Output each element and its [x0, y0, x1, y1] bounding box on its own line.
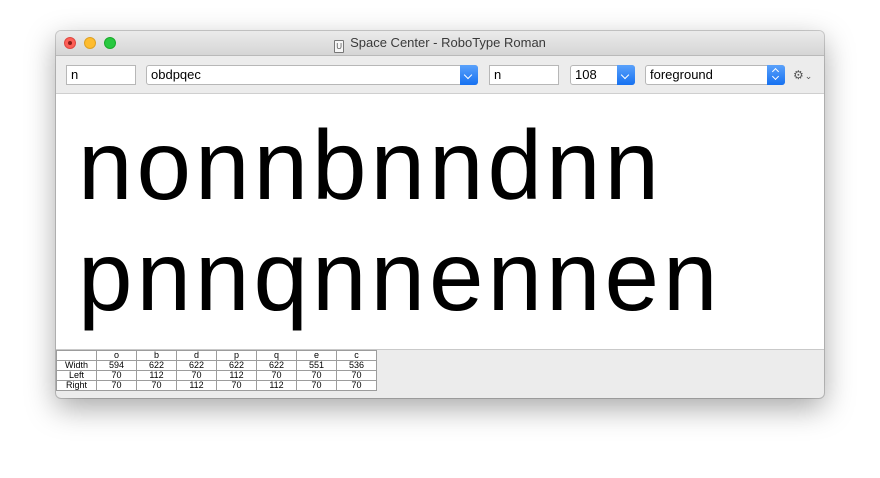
point-size-combo-box[interactable]: 108	[570, 65, 635, 85]
settings-menu-button[interactable]: ⚙⌄	[793, 68, 812, 82]
left-margin-cell[interactable]: 112	[216, 370, 257, 381]
layer-popup[interactable]: foreground	[645, 65, 785, 85]
title-bar[interactable]: U Space Center - RoboType Roman	[56, 31, 824, 56]
window-title-text: Space Center - RoboType Roman	[350, 35, 546, 50]
row-label-left: Left	[56, 370, 97, 381]
glyph-header-c[interactable]: c	[336, 350, 377, 361]
left-margin-cell[interactable]: 70	[336, 370, 377, 381]
metrics-row-width: Width 594 622 622 622 622 551 536	[56, 360, 377, 371]
left-margin-cell[interactable]: 70	[296, 370, 337, 381]
metrics-header-row: o b d p q e c	[56, 350, 377, 361]
metrics-row-right: Right 70 70 112 70 112 70 70	[56, 380, 377, 391]
width-cell[interactable]: 536	[336, 360, 377, 371]
glyph-preview-canvas[interactable]: nonnbnndnn pnnqnnennen	[56, 94, 824, 350]
glyph-header-q[interactable]: q	[256, 350, 297, 361]
glyph-header-b[interactable]: b	[136, 350, 177, 361]
right-margin-cell[interactable]: 70	[336, 380, 377, 391]
layer-popup-value: foreground	[650, 67, 713, 82]
preview-line-1: nonnbnndnn	[78, 110, 664, 220]
left-margin-cell[interactable]: 70	[96, 370, 137, 381]
width-cell[interactable]: 622	[176, 360, 217, 371]
row-label-width: Width	[56, 360, 97, 371]
glyph-header-p[interactable]: p	[216, 350, 257, 361]
width-cell[interactable]: 551	[296, 360, 337, 371]
metrics-row-left: Left 70 112 70 112 70 70 70	[56, 370, 377, 381]
chevron-down-icon[interactable]	[617, 65, 635, 85]
right-margin-cell[interactable]: 70	[296, 380, 337, 391]
metrics-corner-cell	[56, 350, 97, 361]
glyph-header-o[interactable]: o	[96, 350, 137, 361]
gear-icon: ⚙	[793, 68, 804, 82]
right-margin-cell[interactable]: 70	[96, 380, 137, 391]
pre-text-input[interactable]: n	[66, 65, 136, 85]
glyphs-combo-box[interactable]: obdpqec	[146, 65, 478, 85]
glyph-header-d[interactable]: d	[176, 350, 217, 361]
right-margin-cell[interactable]: 70	[136, 380, 177, 391]
width-cell[interactable]: 622	[216, 360, 257, 371]
window-title: U Space Center - RoboType Roman	[56, 35, 824, 53]
width-cell[interactable]: 622	[256, 360, 297, 371]
space-center-window: U Space Center - RoboType Roman n obdpqec…	[56, 31, 824, 398]
chevron-down-icon: ⌄	[804, 71, 813, 81]
updown-chevron-icon[interactable]	[767, 65, 785, 85]
toolbar: n obdpqec n 108 foreground ⚙⌄	[56, 56, 824, 94]
metrics-table: o b d p q e c Width 594 622 622 622 622 …	[56, 350, 377, 391]
right-margin-cell[interactable]: 70	[216, 380, 257, 391]
metrics-table-container: o b d p q e c Width 594 622 622 622 622 …	[56, 350, 377, 391]
width-cell[interactable]: 622	[136, 360, 177, 371]
chevron-down-icon[interactable]	[460, 65, 478, 85]
right-margin-cell[interactable]: 112	[256, 380, 297, 391]
row-label-right: Right	[56, 380, 97, 391]
after-text-input[interactable]: n	[489, 65, 559, 85]
document-icon: U	[334, 40, 345, 53]
left-margin-cell[interactable]: 112	[136, 370, 177, 381]
preview-line-2: pnnqnnennen	[78, 221, 722, 331]
width-cell[interactable]: 594	[96, 360, 137, 371]
point-size-value: 108	[575, 67, 597, 82]
left-margin-cell[interactable]: 70	[256, 370, 297, 381]
left-margin-cell[interactable]: 70	[176, 370, 217, 381]
glyphs-combo-value: obdpqec	[151, 67, 201, 82]
right-margin-cell[interactable]: 112	[176, 380, 217, 391]
glyph-header-e[interactable]: e	[296, 350, 337, 361]
